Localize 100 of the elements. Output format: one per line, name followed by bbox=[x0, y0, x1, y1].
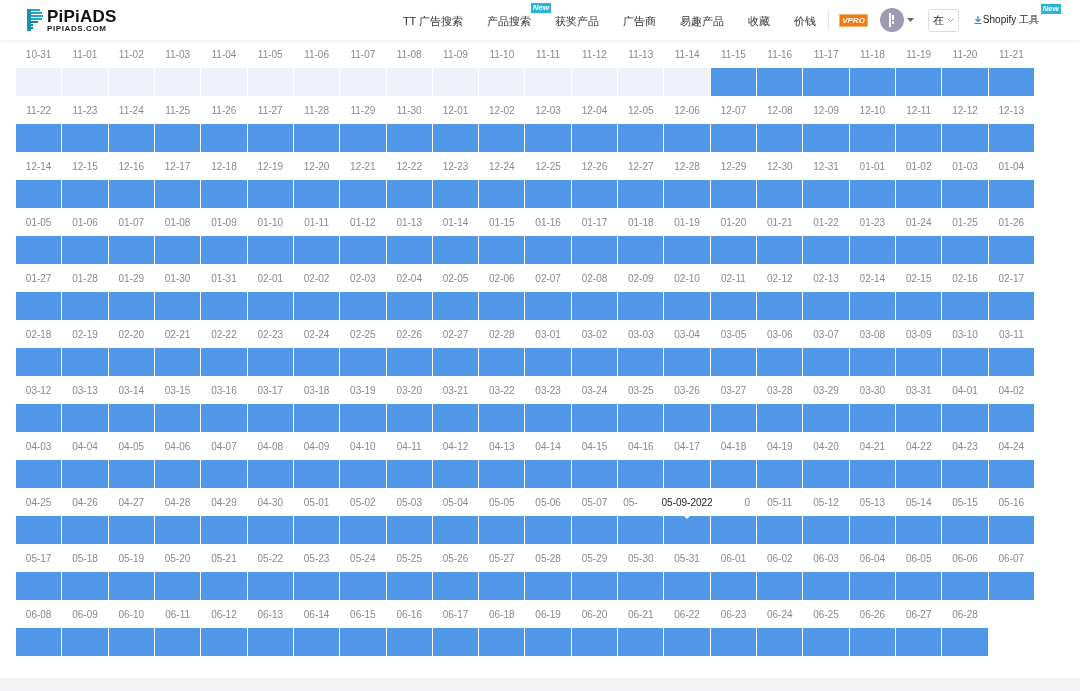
day-bar[interactable] bbox=[710, 180, 757, 208]
day-bar[interactable] bbox=[386, 124, 432, 152]
day-bar[interactable] bbox=[849, 180, 896, 208]
day-bar[interactable] bbox=[849, 236, 896, 264]
day-bar[interactable] bbox=[618, 516, 664, 544]
day-bar[interactable] bbox=[571, 516, 618, 544]
day-bar[interactable] bbox=[757, 628, 803, 656]
day-bar[interactable] bbox=[432, 292, 479, 320]
day-bar[interactable] bbox=[479, 572, 525, 600]
day-bar[interactable] bbox=[896, 124, 942, 152]
day-bar[interactable] bbox=[293, 348, 340, 376]
day-bar[interactable] bbox=[293, 628, 340, 656]
day-bar[interactable] bbox=[386, 236, 432, 264]
day-bar[interactable] bbox=[16, 180, 62, 208]
day-bar[interactable] bbox=[757, 292, 803, 320]
day-bar[interactable] bbox=[154, 404, 201, 432]
day-bar[interactable] bbox=[108, 516, 154, 544]
day-bar[interactable] bbox=[849, 628, 896, 656]
day-bar[interactable] bbox=[432, 236, 479, 264]
day-bar[interactable] bbox=[479, 236, 525, 264]
day-bar[interactable] bbox=[386, 348, 432, 376]
day-bar[interactable] bbox=[154, 180, 201, 208]
day-bar[interactable] bbox=[757, 348, 803, 376]
day-bar[interactable] bbox=[108, 404, 154, 432]
day-bar[interactable] bbox=[710, 292, 757, 320]
day-bar[interactable] bbox=[386, 516, 432, 544]
day-bar[interactable] bbox=[618, 628, 664, 656]
day-bar[interactable] bbox=[618, 124, 664, 152]
day-bar[interactable] bbox=[108, 628, 154, 656]
day-bar[interactable] bbox=[247, 236, 293, 264]
day-bar[interactable] bbox=[896, 236, 942, 264]
language-select[interactable]: 在 bbox=[927, 8, 959, 32]
day-bar[interactable] bbox=[849, 404, 896, 432]
day-bar[interactable] bbox=[247, 292, 293, 320]
day-bar[interactable] bbox=[988, 348, 1034, 376]
day-bar[interactable] bbox=[293, 236, 340, 264]
day-bar[interactable] bbox=[432, 460, 479, 488]
day-bar[interactable] bbox=[896, 460, 942, 488]
day-bar[interactable] bbox=[571, 180, 618, 208]
day-bar[interactable] bbox=[16, 628, 62, 656]
day-bar[interactable] bbox=[896, 292, 942, 320]
day-bar[interactable] bbox=[710, 124, 757, 152]
day-bar[interactable] bbox=[247, 460, 293, 488]
day-bar[interactable] bbox=[247, 124, 293, 152]
day-bar[interactable] bbox=[154, 236, 201, 264]
day-bar[interactable] bbox=[432, 180, 479, 208]
day-bar[interactable] bbox=[988, 124, 1034, 152]
day-bar[interactable] bbox=[16, 348, 62, 376]
day-bar[interactable] bbox=[757, 180, 803, 208]
day-bar[interactable] bbox=[896, 348, 942, 376]
day-bar[interactable] bbox=[988, 236, 1034, 264]
day-bar[interactable] bbox=[618, 236, 664, 264]
day-bar[interactable] bbox=[757, 236, 803, 264]
day-bar[interactable] bbox=[479, 460, 525, 488]
day-bar[interactable] bbox=[988, 572, 1034, 600]
day-bar[interactable] bbox=[757, 572, 803, 600]
day-bar[interactable] bbox=[618, 572, 664, 600]
day-bar[interactable] bbox=[571, 124, 618, 152]
day-bar[interactable] bbox=[988, 460, 1034, 488]
day-bar[interactable] bbox=[293, 460, 340, 488]
day-bar[interactable] bbox=[618, 180, 664, 208]
nav-link[interactable]: TT 广告搜索 bbox=[402, 15, 464, 27]
day-bar[interactable] bbox=[988, 180, 1034, 208]
day-bar[interactable] bbox=[293, 404, 340, 432]
day-bar[interactable] bbox=[571, 348, 618, 376]
day-bar[interactable] bbox=[154, 628, 201, 656]
day-bar[interactable] bbox=[618, 460, 664, 488]
day-bar[interactable] bbox=[432, 572, 479, 600]
day-bar[interactable] bbox=[247, 516, 293, 544]
day-bar[interactable] bbox=[896, 180, 942, 208]
day-bar[interactable] bbox=[293, 292, 340, 320]
day-bar[interactable] bbox=[108, 180, 154, 208]
day-bar[interactable] bbox=[618, 292, 664, 320]
day-bar[interactable] bbox=[710, 404, 757, 432]
day-bar[interactable] bbox=[16, 236, 62, 264]
day-bar[interactable] bbox=[896, 572, 942, 600]
day-bar[interactable] bbox=[849, 124, 896, 152]
day-bar[interactable] bbox=[849, 348, 896, 376]
day-bar[interactable] bbox=[386, 572, 432, 600]
day-bar[interactable] bbox=[710, 572, 757, 600]
day-bar[interactable] bbox=[479, 348, 525, 376]
day-bar[interactable] bbox=[571, 572, 618, 600]
day-bar[interactable] bbox=[571, 404, 618, 432]
day-bar[interactable] bbox=[479, 516, 525, 544]
day-bar[interactable] bbox=[247, 180, 293, 208]
day-bar[interactable] bbox=[247, 628, 293, 656]
day-bar[interactable] bbox=[988, 292, 1034, 320]
day-bar[interactable] bbox=[479, 124, 525, 152]
day-bar[interactable] bbox=[479, 180, 525, 208]
day-bar[interactable] bbox=[618, 404, 664, 432]
day-bar[interactable] bbox=[293, 516, 340, 544]
day-bar[interactable] bbox=[154, 516, 201, 544]
day-bar[interactable] bbox=[16, 460, 62, 488]
nav-link[interactable]: 广告商 bbox=[623, 15, 657, 27]
day-bar[interactable] bbox=[108, 292, 154, 320]
day-bar[interactable] bbox=[247, 404, 293, 432]
day-bar[interactable] bbox=[710, 68, 757, 96]
day-bar[interactable] bbox=[154, 348, 201, 376]
day-bar[interactable] bbox=[710, 236, 757, 264]
day-bar[interactable] bbox=[571, 460, 618, 488]
